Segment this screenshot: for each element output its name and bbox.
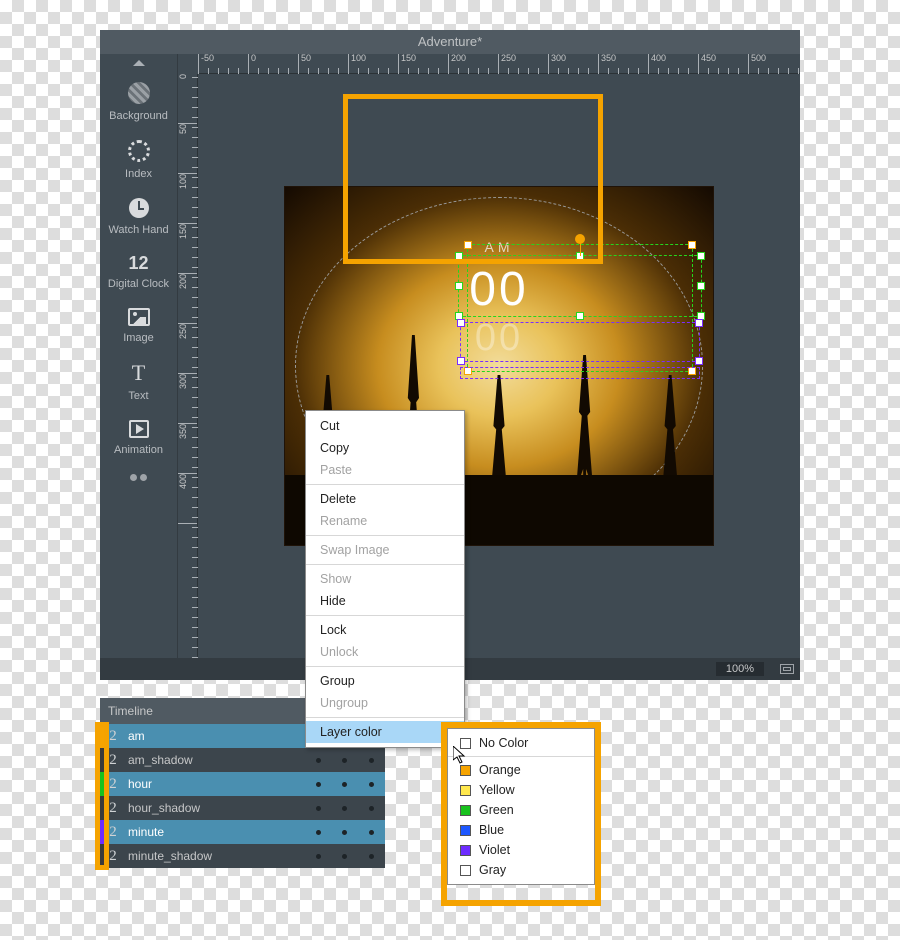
tool-animation[interactable]: Animation xyxy=(104,410,174,464)
tool-image[interactable]: Image xyxy=(104,298,174,352)
keyframe-dots[interactable] xyxy=(305,806,385,811)
left-toolbar: Background Index Watch Hand 12 Digital C… xyxy=(100,54,178,658)
tutorial-highlight-layercolors xyxy=(95,722,109,870)
menu-item-delete[interactable]: Delete xyxy=(306,488,464,510)
layer-name: am xyxy=(122,729,305,743)
tool-label: Digital Clock xyxy=(104,278,174,290)
more-icon xyxy=(104,474,174,481)
ruler-v-tick: 50 xyxy=(178,124,197,174)
timeline-row[interactable]: 2am_shadow xyxy=(100,748,385,772)
zoom-level[interactable]: 100% xyxy=(716,662,764,676)
timeline-row[interactable]: 2minute xyxy=(100,820,385,844)
rotate-handle[interactable] xyxy=(575,234,585,244)
submenu-item-orange[interactable]: Orange xyxy=(448,760,594,780)
menu-item-paste: Paste xyxy=(306,459,464,481)
horizontal-ruler: -50050100150200250300350400450500 xyxy=(198,54,800,74)
tool-label: Animation xyxy=(104,444,174,456)
tool-label: Text xyxy=(104,390,174,402)
keyframe-dots[interactable] xyxy=(305,758,385,763)
ruler-v-tick: 250 xyxy=(178,324,197,374)
submenu-item-green[interactable]: Green xyxy=(448,800,594,820)
ruler-v-tick: 350 xyxy=(178,424,197,474)
keyframe-dots[interactable] xyxy=(305,830,385,835)
ruler-v-tick: 100 xyxy=(178,174,197,224)
swatch-icon xyxy=(460,845,471,856)
layer-color-submenu[interactable]: No Color OrangeYellowGreenBlueVioletGray xyxy=(447,728,595,885)
layer-name: minute xyxy=(122,825,305,839)
ruler-v-tick: 300 xyxy=(178,374,197,424)
layer-name: hour xyxy=(122,777,305,791)
submenu-item-no-color[interactable]: No Color xyxy=(448,733,594,753)
timeline-row[interactable]: 2hour xyxy=(100,772,385,796)
text-icon: T xyxy=(104,362,174,384)
selection-bbox-violet xyxy=(460,322,700,362)
context-menu[interactable]: CutCopyPaste DeleteRename Swap Image ShowHi… xyxy=(305,410,465,748)
swatch-icon xyxy=(460,738,471,749)
swatch-icon xyxy=(460,825,471,836)
tool-label: Watch Hand xyxy=(104,224,174,236)
menu-item-unlock: Unlock xyxy=(306,641,464,663)
submenu-item-gray[interactable]: Gray xyxy=(448,860,594,880)
swatch-icon xyxy=(460,805,471,816)
tool-label: Background xyxy=(104,110,174,122)
menu-item-group[interactable]: Group xyxy=(306,670,464,692)
swatch-icon xyxy=(460,865,471,876)
keyframe-dots[interactable] xyxy=(305,854,385,859)
ruler-v-tick: 400 xyxy=(178,474,197,524)
menu-item-cut[interactable]: Cut xyxy=(306,415,464,437)
clock-icon xyxy=(104,198,174,218)
menu-item-ungroup: Ungroup xyxy=(306,692,464,714)
ruler-v-tick: 0 xyxy=(178,74,197,124)
canvas-wrap[interactable]: AM 00 00 xyxy=(198,74,800,658)
swatch-icon xyxy=(460,765,471,776)
timeline-row[interactable]: 2minute_shadow xyxy=(100,844,385,868)
digital-clock-icon: 12 xyxy=(104,254,174,272)
tool-text[interactable]: T Text xyxy=(104,352,174,410)
menu-item-copy[interactable]: Copy xyxy=(306,437,464,459)
timeline-row[interactable]: 2hour_shadow xyxy=(100,796,385,820)
tool-label: Index xyxy=(104,168,174,180)
fit-to-screen-icon[interactable] xyxy=(780,664,794,674)
menu-item-lock[interactable]: Lock xyxy=(306,619,464,641)
toolbar-collapse-icon[interactable] xyxy=(133,60,145,66)
layer-name: minute_shadow xyxy=(122,849,305,863)
layer-name: am_shadow xyxy=(122,753,305,767)
tool-label: Image xyxy=(104,332,174,344)
layer-name: hour_shadow xyxy=(122,801,305,815)
image-icon xyxy=(104,308,174,326)
tool-digital-clock[interactable]: 12 Digital Clock xyxy=(104,244,174,298)
tool-background[interactable]: Background xyxy=(104,72,174,130)
project-title: Adventure* xyxy=(100,30,800,54)
selection-bbox-violet2 xyxy=(460,367,700,379)
tool-more[interactable] xyxy=(104,464,174,495)
keyframe-dots[interactable] xyxy=(305,782,385,787)
submenu-item-violet[interactable]: Violet xyxy=(448,840,594,860)
timeline-title: Timeline xyxy=(108,704,153,718)
ruler-v-tick: 200 xyxy=(178,274,197,324)
vertical-ruler: 050100150200250300350400 xyxy=(178,74,198,658)
ruler-v-tick: 150 xyxy=(178,224,197,274)
tool-index[interactable]: Index xyxy=(104,130,174,188)
menu-item-hide[interactable]: Hide xyxy=(306,590,464,612)
menu-item-swap-image: Swap Image xyxy=(306,539,464,561)
submenu-item-blue[interactable]: Blue xyxy=(448,820,594,840)
menu-item-rename: Rename xyxy=(306,510,464,532)
play-icon xyxy=(104,420,174,438)
work-area: -50050100150200250300350400450500 050100… xyxy=(178,54,800,658)
tool-watch-hand[interactable]: Watch Hand xyxy=(104,188,174,244)
swatch-icon xyxy=(460,785,471,796)
background-icon xyxy=(104,82,174,104)
submenu-wrap: No Color OrangeYellowGreenBlueVioletGray xyxy=(447,728,595,885)
submenu-item-yellow[interactable]: Yellow xyxy=(448,780,594,800)
menu-item-show: Show xyxy=(306,568,464,590)
index-icon xyxy=(104,140,174,162)
